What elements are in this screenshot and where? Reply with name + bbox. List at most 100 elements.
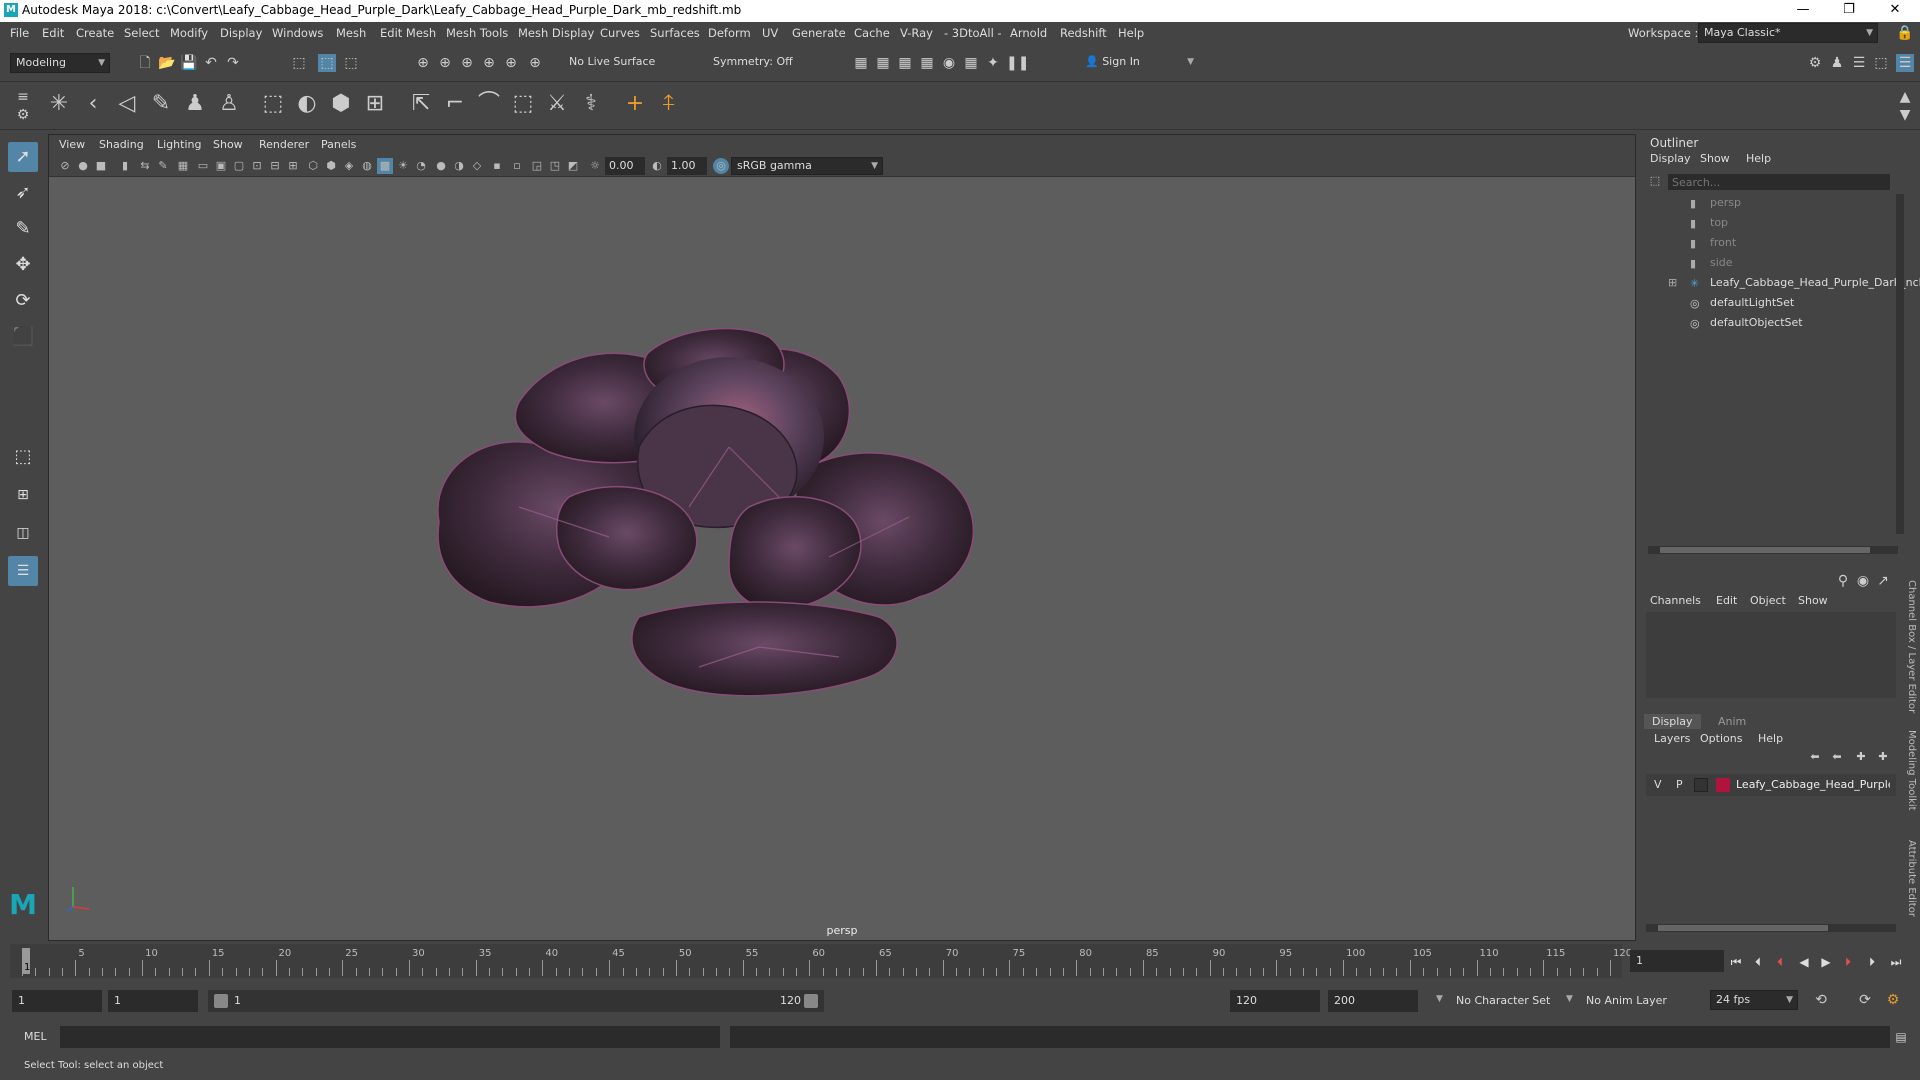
range-start-handle[interactable] <box>214 994 228 1008</box>
menu-cache[interactable]: Cache <box>854 26 890 40</box>
channel-menu-show[interactable]: Show <box>1798 594 1828 607</box>
outliner-menu-display[interactable]: Display <box>1650 152 1691 165</box>
new-layer-icon[interactable]: ✚ <box>1852 748 1870 766</box>
tab-modeling-toolkit[interactable]: Modeling Toolkit <box>1906 730 1917 811</box>
open-scene-icon[interactable]: 📂 <box>158 54 176 72</box>
rotate-tool-icon[interactable]: ⟳ <box>8 286 38 316</box>
menu-mesh-tools[interactable]: Mesh Tools <box>446 26 508 40</box>
tab-channel-box-layer-editor[interactable]: Channel Box / Layer Editor <box>1906 580 1917 713</box>
sign-in-button[interactable]: 👤 Sign In ▼ <box>1080 53 1198 73</box>
play-backwards-icon[interactable]: ◀ <box>1796 954 1812 970</box>
menu-redshift[interactable]: Redshift <box>1060 26 1107 40</box>
live-surface-field[interactable]: No Live Surface <box>564 53 678 73</box>
menu-modify[interactable]: Modify <box>170 26 208 40</box>
xray-icon[interactable]: ▫ <box>509 158 525 174</box>
safe-action-icon[interactable]: ⊟ <box>267 158 283 174</box>
shelf-locator-icon[interactable]: + <box>620 87 650 121</box>
current-frame-field[interactable]: 1 <box>1630 950 1724 972</box>
script-editor-icon[interactable]: ▤ <box>1892 1028 1910 1046</box>
outliner-search-input[interactable] <box>1668 174 1890 190</box>
chevron-down-icon[interactable]: ▼ <box>1566 994 1573 1004</box>
motion-blur-icon[interactable]: ● <box>433 158 449 174</box>
move-layer-up-icon[interactable]: ⬅ <box>1806 748 1824 766</box>
mel-input[interactable] <box>60 1026 720 1048</box>
go-to-end-icon[interactable]: ⏭ <box>1888 954 1904 970</box>
isolate-select-icon[interactable]: ▪ <box>489 158 505 174</box>
pause-render-icon[interactable]: ❚❚ <box>1006 54 1029 72</box>
channel-menu-object[interactable]: Object <box>1750 594 1786 607</box>
layer-row[interactable]: V P Leafy_Cabbage_Head_Purple_Dark <box>1646 774 1896 796</box>
step-forward-key-icon[interactable]: ⏵ <box>1864 954 1880 970</box>
outliner-menu-help[interactable]: Help <box>1746 152 1771 165</box>
step-back-key-icon[interactable]: ⏴ <box>1750 954 1766 970</box>
wireframe-on-shaded-icon[interactable]: ◈ <box>341 158 357 174</box>
snap-point-icon[interactable]: ⊕ <box>458 54 476 72</box>
scene-end-field[interactable]: 200 <box>1328 990 1418 1012</box>
safe-title-icon[interactable]: ⊞ <box>285 158 301 174</box>
expand-icon[interactable]: ⊞ <box>1668 276 1677 289</box>
step-back-frame-icon[interactable]: ⏴ <box>1772 954 1788 970</box>
shelf-merge-icon[interactable]: ⬚ <box>508 87 538 121</box>
image-plane-icon[interactable]: ▮ <box>117 158 133 174</box>
shelf-curve-ep-icon[interactable]: ◁ <box>112 87 142 121</box>
shelf-bevel-icon[interactable]: ⌒ <box>474 87 504 121</box>
menu-uv[interactable]: UV <box>762 26 778 40</box>
modeling-toolkit-toggle-icon[interactable]: ⚙ <box>1806 54 1824 72</box>
shadows-icon[interactable]: ☀ <box>395 158 411 174</box>
resolution-gate-icon[interactable]: ▣ <box>213 158 229 174</box>
outliner-item-default-light-set[interactable]: ◎ defaultLightSet <box>1690 296 1794 314</box>
shelf-curve-cv-icon[interactable]: ‹ <box>78 87 108 121</box>
snap-surface-icon[interactable]: ⊕ <box>502 54 520 72</box>
layer-playback-toggle[interactable]: P <box>1676 778 1683 791</box>
tab-anim[interactable]: Anim <box>1710 714 1754 729</box>
auto-key-icon[interactable]: ⟳ <box>1856 991 1874 1009</box>
shelf-skeleton-icon[interactable]: ♟ <box>180 87 210 121</box>
menu-deform[interactable]: Deform <box>708 26 751 40</box>
screen-space-ao-icon[interactable]: ◔ <box>413 158 429 174</box>
select-component-icon[interactable]: ⬚ <box>342 54 360 72</box>
vp-menu-lighting[interactable]: Lighting <box>157 138 201 151</box>
render-settings-icon[interactable]: ▦ <box>918 54 936 72</box>
menu-curves[interactable]: Curves <box>600 26 640 40</box>
hypershade-icon[interactable]: ◉ <box>940 54 958 72</box>
gamma-icon[interactable]: ◐ <box>649 158 665 174</box>
move-tool-icon[interactable]: ✥ <box>8 250 38 280</box>
shelf-poly-sphere-icon[interactable]: ◐ <box>292 87 322 121</box>
menu-edit-mesh[interactable]: Edit Mesh <box>380 26 436 40</box>
color-space-dropdown[interactable]: sRGB gamma ▼ <box>731 157 883 175</box>
camera-select-icon[interactable]: ⊘ <box>57 158 73 174</box>
two-pane-layout-icon[interactable]: ◫ <box>8 518 38 548</box>
tab-display[interactable]: Display <box>1644 714 1701 729</box>
rs-render-icon[interactable]: ✦ <box>984 54 1002 72</box>
snap-grid-icon[interactable]: ⊕ <box>414 54 432 72</box>
shelf-multi-cut-icon[interactable]: ⚔ <box>542 87 572 121</box>
shelf-pencil-curve-icon[interactable]: ✎ <box>146 87 176 121</box>
range-bar[interactable]: 1 120 <box>208 990 824 1012</box>
shelf-nurbs-sphere-icon[interactable]: ✳ <box>44 87 74 121</box>
render-view-icon[interactable]: ▦ <box>962 54 980 72</box>
outliner-item-front[interactable]: ▮ front <box>1690 236 1736 254</box>
render-sequence-icon[interactable]: ▦ <box>874 54 892 72</box>
maximize-button[interactable]: ❐ <box>1826 0 1872 22</box>
channel-box-toggle-icon[interactable]: ☰ <box>1896 54 1914 72</box>
loop-icon[interactable]: ⟲ <box>1812 991 1830 1009</box>
gamma-field[interactable]: 1.00 <box>667 157 707 175</box>
vp-menu-view[interactable]: View <box>59 138 85 151</box>
backface-icon[interactable]: ◩ <box>565 158 581 174</box>
vp-menu-panels[interactable]: Panels <box>321 138 356 151</box>
outliner-item-cabbage-group[interactable]: ✳ Leafy_Cabbage_Head_Purple_Dark_ncl1_ <box>1690 276 1920 294</box>
outliner-item-top[interactable]: ▮ top <box>1690 216 1728 234</box>
menu-create[interactable]: Create <box>76 26 114 40</box>
shelf-scroll-up-icon[interactable]: ▲ <box>1896 88 1914 106</box>
channel-menu-edit[interactable]: Edit <box>1716 594 1737 607</box>
film-gate-icon[interactable]: ▭ <box>195 158 211 174</box>
paint-select-tool-icon[interactable]: ✎ <box>8 214 38 244</box>
menu-help[interactable]: Help <box>1118 26 1144 40</box>
character-controls-icon[interactable]: ♟ <box>1828 54 1846 72</box>
layer-menu-help[interactable]: Help <box>1758 732 1783 745</box>
lasso-tool-icon[interactable]: ➶ <box>8 178 38 208</box>
fps-dropdown[interactable]: 24 fps ▼ <box>1710 990 1798 1010</box>
menu-arnold[interactable]: Arnold <box>1010 26 1047 40</box>
scene-start-field[interactable]: 1 <box>12 990 102 1012</box>
shelf-menu-icon[interactable]: ≡ <box>14 88 32 106</box>
